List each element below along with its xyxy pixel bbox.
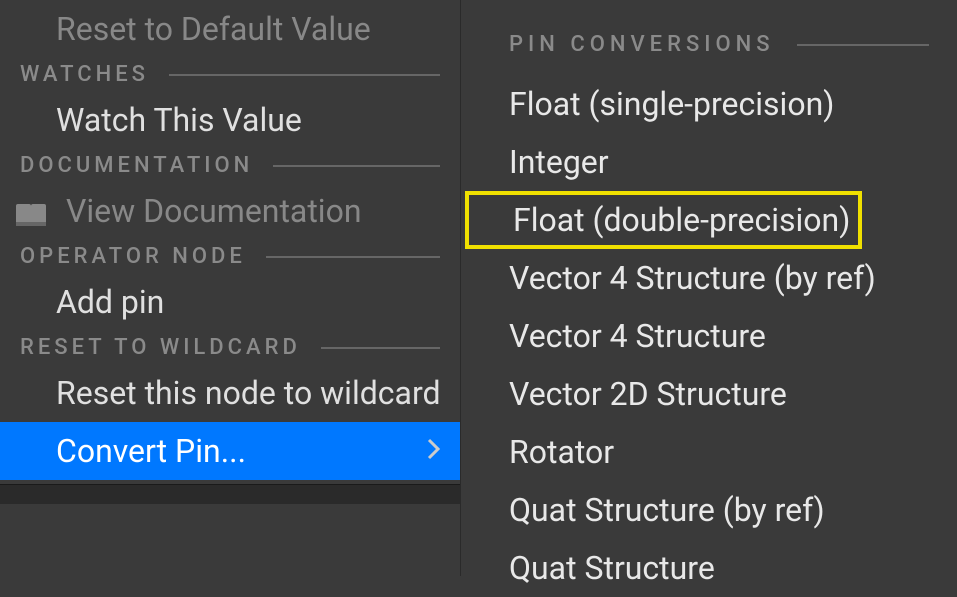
divider bbox=[266, 256, 440, 258]
section-label: WATCHES bbox=[20, 62, 149, 87]
menu-view-documentation[interactable]: View Documentation bbox=[0, 182, 460, 240]
section-operator-node: OPERATOR NODE bbox=[0, 240, 460, 273]
menu-label: Vector 4 Structure bbox=[509, 317, 766, 355]
menu-label: Reset this node to wildcard bbox=[56, 374, 441, 412]
menu-label: Float (double-precision) bbox=[513, 201, 850, 239]
context-menu-left: Reset to Default Value WATCHES Watch Thi… bbox=[0, 0, 460, 576]
conversion-quat-byref[interactable]: Quat Structure (by ref) bbox=[461, 481, 957, 539]
divider bbox=[321, 347, 440, 349]
submenu-pin-conversions: PIN CONVERSIONS Float (single-precision)… bbox=[460, 0, 957, 576]
menu-label: Watch This Value bbox=[56, 101, 302, 139]
divider bbox=[797, 44, 929, 46]
menu-label: Add pin bbox=[56, 283, 164, 321]
menu-label: Integer bbox=[509, 143, 609, 181]
chevron-right-icon bbox=[426, 435, 442, 468]
section-label: DOCUMENTATION bbox=[20, 153, 253, 178]
section-reset-wildcard: RESET TO WILDCARD bbox=[0, 331, 460, 364]
conversion-rotator[interactable]: Rotator bbox=[461, 423, 957, 481]
menu-label: Vector 2D Structure bbox=[509, 375, 787, 413]
menu-reset-node-wildcard[interactable]: Reset this node to wildcard bbox=[0, 364, 460, 422]
menu-reset-default[interactable]: Reset to Default Value bbox=[0, 0, 460, 58]
menu-convert-pin[interactable]: Convert Pin... bbox=[0, 422, 460, 480]
menu-label: Vector 4 Structure (by ref) bbox=[509, 259, 876, 297]
section-label: OPERATOR NODE bbox=[20, 244, 246, 269]
menu-label: Convert Pin... bbox=[56, 432, 246, 470]
divider bbox=[169, 74, 440, 76]
conversion-vector4-byref[interactable]: Vector 4 Structure (by ref) bbox=[461, 249, 957, 307]
section-pin-conversions: PIN CONVERSIONS bbox=[461, 28, 957, 75]
divider bbox=[273, 165, 440, 167]
conversion-quat[interactable]: Quat Structure bbox=[461, 539, 957, 597]
conversion-vector4[interactable]: Vector 4 Structure bbox=[461, 307, 957, 365]
menu-watch-this-value[interactable]: Watch This Value bbox=[0, 91, 460, 149]
section-label: PIN CONVERSIONS bbox=[509, 32, 775, 57]
conversion-integer[interactable]: Integer bbox=[461, 133, 957, 191]
menu-label: Float (single-precision) bbox=[509, 85, 834, 123]
menu-add-pin[interactable]: Add pin bbox=[0, 273, 460, 331]
conversion-vector2d[interactable]: Vector 2D Structure bbox=[461, 365, 957, 423]
menu-label: Quat Structure bbox=[509, 549, 715, 587]
conversion-float-double[interactable]: Float (double-precision) bbox=[465, 191, 862, 249]
menu-label: Reset to Default Value bbox=[56, 10, 371, 48]
menu-label: View Documentation bbox=[66, 192, 362, 230]
panel-edge bbox=[0, 484, 460, 504]
section-watches: WATCHES bbox=[0, 58, 460, 91]
menu-label: Quat Structure (by ref) bbox=[509, 491, 825, 529]
book-icon bbox=[14, 198, 48, 224]
section-label: RESET TO WILDCARD bbox=[20, 335, 301, 360]
conversion-float-single[interactable]: Float (single-precision) bbox=[461, 75, 957, 133]
section-documentation: DOCUMENTATION bbox=[0, 149, 460, 182]
menu-label: Rotator bbox=[509, 433, 614, 471]
